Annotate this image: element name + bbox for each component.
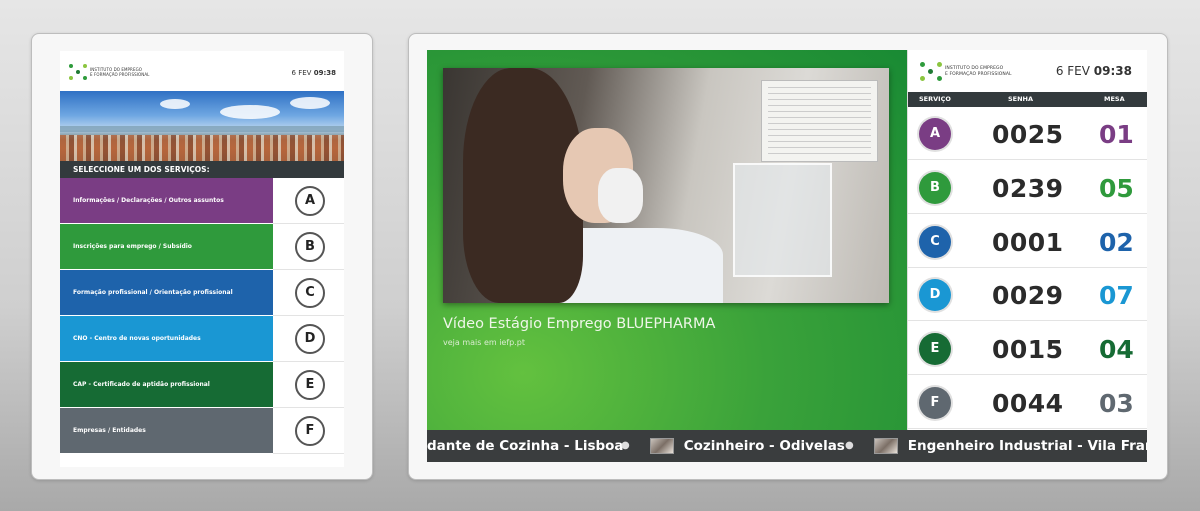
service-letter-area[interactable]: B: [273, 224, 344, 270]
desk-number: 07: [1099, 281, 1134, 311]
queue-row: F 0044 03: [908, 376, 1147, 429]
job-thumbnail-icon: [649, 438, 674, 454]
service-label[interactable]: Informações / Declarações / Outros assun…: [60, 178, 279, 223]
job-thumbnail-icon: [873, 438, 898, 454]
display-frame: Vídeo Estágio Emprego BLUEPHARMA veja ma…: [408, 33, 1168, 480]
service-letter-area[interactable]: A: [273, 178, 344, 224]
service-badge: F: [919, 387, 951, 419]
service-label[interactable]: CNO - Centro de novas oportunidades: [60, 316, 279, 361]
service-badge: D: [919, 279, 951, 312]
desk-number: 02: [1099, 227, 1134, 257]
service-option-c[interactable]: Formação profissional / Orientação profi…: [60, 270, 344, 316]
service-letter-button[interactable]: D: [295, 324, 325, 354]
service-option-d[interactable]: CNO - Centro de novas oportunidades D: [60, 316, 344, 362]
queue-panel: Instituto do Emprego e Formação Profissi…: [907, 50, 1147, 430]
bullet-icon: ●: [845, 440, 854, 451]
display-datetime: 6 FEV 09:38: [1056, 64, 1132, 78]
service-letter-area[interactable]: F: [273, 408, 344, 454]
kiosk-date: 6 FEV: [291, 69, 312, 77]
ticket-number: 0029: [992, 281, 1064, 311]
lisbon-banner-image: [60, 91, 344, 161]
service-label[interactable]: Empresas / Entidades: [60, 408, 279, 453]
queue-row: C 0001 02: [908, 215, 1147, 268]
service-badge: E: [919, 333, 951, 366]
ticket-number: 0015: [992, 335, 1064, 365]
service-letter-button[interactable]: C: [295, 278, 325, 308]
service-letter-area[interactable]: D: [273, 316, 344, 362]
ticker-item-label: Cozinheiro - Odivelas: [683, 438, 845, 454]
service-option-f[interactable]: Empresas / Entidades F: [60, 408, 344, 454]
ticket-number: 0025: [992, 120, 1064, 149]
video-subtitle: veja mais em iefp.pt: [443, 338, 526, 347]
kiosk-frame: Instituto do Emprego e Formação Profissi…: [31, 33, 373, 480]
service-badge: B: [919, 171, 951, 204]
video-area: Vídeo Estágio Emprego BLUEPHARMA veja ma…: [427, 50, 907, 430]
queue-row: A 0025 01: [908, 107, 1147, 160]
service-badge: A: [919, 118, 951, 150]
service-label[interactable]: Formação profissional / Orientação profi…: [60, 270, 279, 315]
ticker-item: ● Cozinheiro - Odivelas: [621, 430, 845, 462]
service-letter-button[interactable]: A: [295, 186, 325, 216]
service-letter-button[interactable]: B: [295, 232, 325, 262]
display-time: 09:38: [1093, 64, 1132, 78]
ticker-item-label: dante de Cozinha - Lisboa: [427, 438, 624, 454]
ticket-number: 0044: [992, 389, 1064, 418]
video-player[interactable]: [443, 68, 889, 303]
service-option-a[interactable]: Informações / Declarações / Outros assun…: [60, 178, 344, 224]
queue-row: E 0015 04: [908, 322, 1147, 376]
service-option-b[interactable]: Inscrições para emprego / Subsídio B: [60, 224, 344, 270]
kiosk-time: 09:38: [313, 69, 336, 77]
service-letter-button[interactable]: E: [295, 370, 325, 400]
service-badge: C: [919, 225, 951, 258]
column-ticket: SENHA: [1008, 95, 1034, 103]
bullet-icon: ●: [621, 440, 630, 451]
kiosk-header: Instituto do Emprego e Formação Profissi…: [60, 51, 344, 91]
service-letter-button[interactable]: F: [295, 416, 325, 446]
ticker-item-label: Engenheiro Industrial - Vila Franca d: [907, 438, 1147, 454]
queue-header: Instituto do Emprego e Formação Profissi…: [908, 50, 1147, 92]
desk-number: 05: [1099, 173, 1134, 203]
iefp-logo-text: Instituto do Emprego e Formação Profissi…: [90, 67, 150, 77]
service-label[interactable]: Inscrições para emprego / Subsídio: [60, 224, 279, 269]
kiosk-prompt: SELECCIONE UM DOS SERVIÇOS:: [60, 161, 344, 178]
queue-row: D 0029 07: [908, 268, 1147, 322]
service-label[interactable]: CAP - Certificado de aptidão profissiona…: [60, 362, 279, 407]
desk-number: 01: [1099, 120, 1134, 149]
desk-number: 04: [1099, 335, 1134, 365]
iefp-logo: Instituto do Emprego e Formação Profissi…: [69, 64, 150, 80]
iefp-logo-icon: [69, 64, 87, 80]
service-option-e[interactable]: CAP - Certificado de aptidão profissiona…: [60, 362, 344, 408]
job-ticker: dante de Cozinha - Lisboa ● Cozinheiro -…: [427, 430, 1147, 462]
queue-column-headers: SERVIÇO SENHA MESA: [908, 92, 1147, 107]
service-letter-area[interactable]: C: [273, 270, 344, 316]
display-date: 6 FEV: [1055, 64, 1090, 78]
service-list: Informações / Declarações / Outros assun…: [60, 178, 344, 454]
queue-display-screen: Vídeo Estágio Emprego BLUEPHARMA veja ma…: [427, 50, 1147, 462]
queue-row: B 0239 05: [908, 161, 1147, 214]
column-desk: MESA: [1104, 95, 1125, 103]
ticker-item: ● Engenheiro Industrial - Vila Franca d: [845, 430, 1147, 462]
service-letter-area[interactable]: E: [273, 362, 344, 408]
iefp-logo-icon: [920, 62, 942, 81]
kiosk-screen: Instituto do Emprego e Formação Profissi…: [60, 51, 344, 467]
ticket-number: 0239: [992, 173, 1064, 203]
iefp-logo: Instituto do Emprego e Formação Profissi…: [920, 62, 1012, 81]
iefp-logo-text: Instituto do Emprego e Formação Profissi…: [945, 66, 1012, 77]
desk-number: 03: [1099, 389, 1134, 418]
column-service: SERVIÇO: [919, 95, 951, 103]
ticket-number: 0001: [992, 227, 1064, 257]
video-title: Vídeo Estágio Emprego BLUEPHARMA: [443, 316, 716, 332]
kiosk-datetime: 6 FEV 09:38: [292, 69, 336, 77]
ticker-item: dante de Cozinha - Lisboa: [427, 430, 624, 462]
